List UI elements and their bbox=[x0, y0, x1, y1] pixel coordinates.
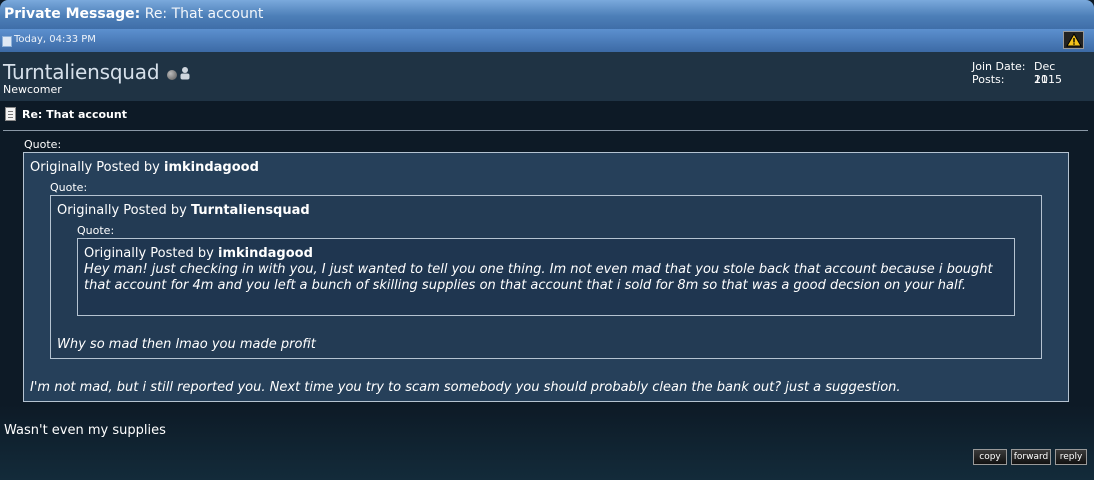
pm-title-label: Private Message: bbox=[4, 6, 141, 22]
message-icon bbox=[2, 36, 12, 47]
pm-title-subject: Re: That account bbox=[144, 6, 264, 22]
reply-message-text: Wasn't even my supplies bbox=[4, 423, 166, 438]
user-info-bar: Turntaliensquad bbox=[0, 52, 1094, 101]
quote-label-3: Quote: bbox=[77, 224, 115, 237]
post-date-bar: Today, 04:33 PM bbox=[0, 29, 1094, 52]
offline-status-icon bbox=[167, 70, 177, 80]
quote-author-1[interactable]: imkindagood bbox=[164, 160, 259, 175]
quote-text-2: Why so mad then lmao you made profit bbox=[57, 337, 316, 352]
posts-value: 11 bbox=[1034, 73, 1048, 86]
user-title: Newcomer bbox=[3, 83, 62, 96]
quote-origin-2: Originally Posted by Turntaliensquad bbox=[57, 203, 310, 218]
username-link[interactable]: Turntaliensquad bbox=[3, 60, 160, 84]
copy-button[interactable]: copy bbox=[973, 449, 1007, 465]
join-date-label: Join Date: bbox=[972, 60, 1026, 73]
quote-origin-prefix-2: Originally Posted by bbox=[57, 203, 187, 218]
quote-author-3[interactable]: imkindagood bbox=[218, 246, 313, 261]
report-warning-icon[interactable] bbox=[1063, 31, 1084, 49]
quote-text-1: I'm not mad, but i still reported you. N… bbox=[30, 380, 901, 395]
user-stats: Join Date: Dec 2015 Posts: 11 bbox=[972, 60, 1062, 86]
posts-label: Posts: bbox=[972, 73, 1005, 86]
quote-label-1: Quote: bbox=[24, 138, 62, 151]
post-title: Re: That account bbox=[22, 108, 127, 121]
document-icon bbox=[5, 107, 16, 121]
user-profile-icon[interactable] bbox=[179, 66, 191, 80]
quote-origin-3: Originally Posted by imkindagood bbox=[84, 246, 313, 261]
quote-origin-prefix-3: Originally Posted by bbox=[84, 246, 214, 261]
quote-origin-prefix-1: Originally Posted by bbox=[30, 160, 160, 175]
quote-origin-1: Originally Posted by imkindagood bbox=[30, 160, 259, 175]
quote-author-2[interactable]: Turntaliensquad bbox=[191, 203, 310, 218]
quote-label-2: Quote: bbox=[50, 181, 88, 194]
reply-button[interactable]: reply bbox=[1055, 449, 1087, 465]
quote-text-3: Hey man! just checking in with you, I ju… bbox=[84, 262, 993, 293]
post-date: Today, 04:33 PM bbox=[14, 34, 96, 45]
post-divider bbox=[3, 130, 1088, 131]
pm-title-bar: Private Message: Re: That account bbox=[0, 0, 1094, 29]
forward-button[interactable]: forward bbox=[1011, 449, 1051, 465]
